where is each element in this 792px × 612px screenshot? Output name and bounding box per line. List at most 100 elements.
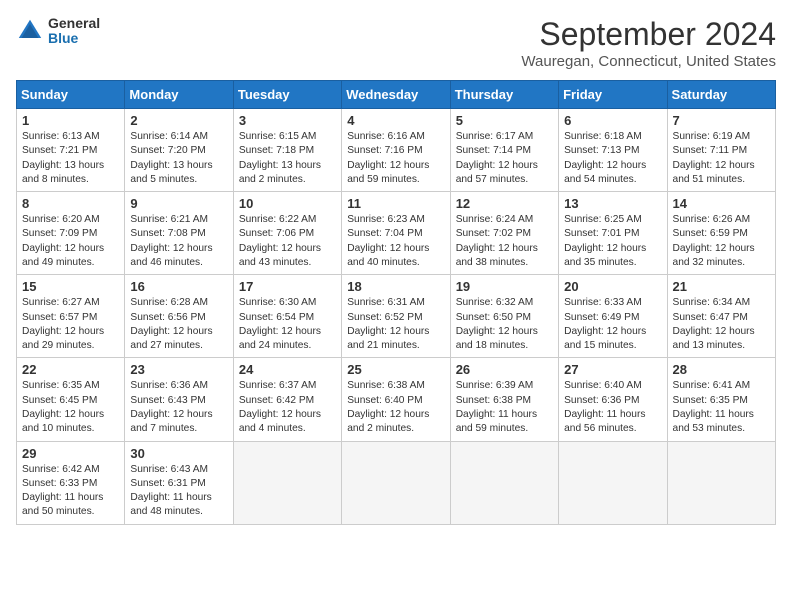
day-number: 16 — [130, 279, 227, 294]
weekday-header-monday: Monday — [125, 81, 233, 109]
day-info: Sunrise: 6:26 AM Sunset: 6:59 PM Dayligh… — [673, 213, 770, 270]
calendar-day — [342, 441, 450, 524]
day-info: Sunrise: 6:13 AM Sunset: 7:21 PM Dayligh… — [22, 130, 119, 187]
calendar-day — [667, 441, 775, 524]
day-number: 12 — [456, 196, 553, 211]
day-number: 15 — [22, 279, 119, 294]
day-info: Sunrise: 6:27 AM Sunset: 6:57 PM Dayligh… — [22, 296, 119, 353]
day-number: 19 — [456, 279, 553, 294]
day-number: 23 — [130, 362, 227, 377]
day-number: 1 — [22, 113, 119, 128]
calendar-day: 19 Sunrise: 6:32 AM Sunset: 6:50 PM Dayli… — [450, 275, 558, 358]
day-info: Sunrise: 6:38 AM Sunset: 6:40 PM Dayligh… — [347, 379, 444, 436]
calendar-day — [450, 441, 558, 524]
day-info: Sunrise: 6:41 AM Sunset: 6:35 PM Dayligh… — [673, 379, 770, 436]
day-number: 2 — [130, 113, 227, 128]
location: Wauregan, Connecticut, United States — [521, 53, 776, 70]
day-info: Sunrise: 6:21 AM Sunset: 7:08 PM Dayligh… — [130, 213, 227, 270]
logo-general-text: General — [48, 16, 100, 31]
day-info: Sunrise: 6:36 AM Sunset: 6:43 PM Dayligh… — [130, 379, 227, 436]
weekday-header-tuesday: Tuesday — [233, 81, 341, 109]
month-title: September 2024 — [521, 16, 776, 53]
day-info: Sunrise: 6:18 AM Sunset: 7:13 PM Dayligh… — [564, 130, 661, 187]
day-number: 17 — [239, 279, 336, 294]
calendar-day: 4Sunrise: 6:16 AM Sunset: 7:16 PM Daylig… — [342, 109, 450, 192]
weekday-header-wednesday: Wednesday — [342, 81, 450, 109]
calendar-day: 10 Sunrise: 6:22 AM Sunset: 7:06 PM Dayli… — [233, 192, 341, 275]
day-info: Sunrise: 6:22 AM Sunset: 7:06 PM Dayligh… — [239, 213, 336, 270]
day-number: 22 — [22, 362, 119, 377]
calendar-day: 1 Sunrise: 6:13 AM Sunset: 7:21 PM Daylig… — [17, 109, 125, 192]
day-number: 14 — [673, 196, 770, 211]
day-number: 21 — [673, 279, 770, 294]
calendar-day: 3Sunrise: 6:15 AM Sunset: 7:18 PM Daylig… — [233, 109, 341, 192]
calendar-day: 15 Sunrise: 6:27 AM Sunset: 6:57 PM Dayli… — [17, 275, 125, 358]
day-info: Sunrise: 6:34 AM Sunset: 6:47 PM Dayligh… — [673, 296, 770, 353]
weekday-header-saturday: Saturday — [667, 81, 775, 109]
calendar-week-row: 8 Sunrise: 6:20 AM Sunset: 7:09 PM Daylig… — [17, 192, 776, 275]
calendar-day: 7Sunrise: 6:19 AM Sunset: 7:11 PM Daylig… — [667, 109, 775, 192]
calendar-day: 26 Sunrise: 6:39 AM Sunset: 6:38 PM Dayli… — [450, 358, 558, 441]
calendar-day: 28Sunrise: 6:41 AM Sunset: 6:35 PM Dayli… — [667, 358, 775, 441]
day-info: Sunrise: 6:20 AM Sunset: 7:09 PM Dayligh… — [22, 213, 119, 270]
calendar-day: 2 Sunrise: 6:14 AM Sunset: 7:20 PM Daylig… — [125, 109, 233, 192]
calendar-week-row: 1 Sunrise: 6:13 AM Sunset: 7:21 PM Daylig… — [17, 109, 776, 192]
calendar-day: 29 Sunrise: 6:42 AM Sunset: 6:33 PM Dayli… — [17, 441, 125, 524]
calendar-day: 23 Sunrise: 6:36 AM Sunset: 6:43 PM Dayli… — [125, 358, 233, 441]
calendar-day: 6 Sunrise: 6:18 AM Sunset: 7:13 PM Daylig… — [559, 109, 667, 192]
calendar-day: 8 Sunrise: 6:20 AM Sunset: 7:09 PM Daylig… — [17, 192, 125, 275]
calendar-day: 25Sunrise: 6:38 AM Sunset: 6:40 PM Dayli… — [342, 358, 450, 441]
day-info: Sunrise: 6:42 AM Sunset: 6:33 PM Dayligh… — [22, 463, 119, 520]
calendar-day: 18 Sunrise: 6:31 AM Sunset: 6:52 PM Dayli… — [342, 275, 450, 358]
day-number: 30 — [130, 446, 227, 461]
day-info: Sunrise: 6:32 AM Sunset: 6:50 PM Dayligh… — [456, 296, 553, 353]
logo-text: General Blue — [48, 16, 100, 47]
day-number: 26 — [456, 362, 553, 377]
day-number: 11 — [347, 196, 444, 211]
day-info: Sunrise: 6:43 AM Sunset: 6:31 PM Dayligh… — [130, 463, 227, 520]
calendar-day — [559, 441, 667, 524]
calendar-day: 11 Sunrise: 6:23 AM Sunset: 7:04 PM Dayli… — [342, 192, 450, 275]
day-info: Sunrise: 6:39 AM Sunset: 6:38 PM Dayligh… — [456, 379, 553, 436]
calendar-day: 27 Sunrise: 6:40 AM Sunset: 6:36 PM Dayli… — [559, 358, 667, 441]
day-number: 8 — [22, 196, 119, 211]
day-info: Sunrise: 6:35 AM Sunset: 6:45 PM Dayligh… — [22, 379, 119, 436]
day-number: 3 — [239, 113, 336, 128]
day-number: 18 — [347, 279, 444, 294]
day-info: Sunrise: 6:23 AM Sunset: 7:04 PM Dayligh… — [347, 213, 444, 270]
day-info: Sunrise: 6:40 AM Sunset: 6:36 PM Dayligh… — [564, 379, 661, 436]
day-info: Sunrise: 6:30 AM Sunset: 6:54 PM Dayligh… — [239, 296, 336, 353]
calendar-day: 9Sunrise: 6:21 AM Sunset: 7:08 PM Daylig… — [125, 192, 233, 275]
logo-blue-text: Blue — [48, 31, 100, 46]
calendar-day: 5Sunrise: 6:17 AM Sunset: 7:14 PM Daylig… — [450, 109, 558, 192]
day-info: Sunrise: 6:24 AM Sunset: 7:02 PM Dayligh… — [456, 213, 553, 270]
day-info: Sunrise: 6:37 AM Sunset: 6:42 PM Dayligh… — [239, 379, 336, 436]
day-number: 20 — [564, 279, 661, 294]
calendar-day: 13Sunrise: 6:25 AM Sunset: 7:01 PM Dayli… — [559, 192, 667, 275]
day-info: Sunrise: 6:28 AM Sunset: 6:56 PM Dayligh… — [130, 296, 227, 353]
header: General Blue September 2024 Wauregan, Co… — [16, 16, 776, 70]
calendar-day: 24Sunrise: 6:37 AM Sunset: 6:42 PM Dayli… — [233, 358, 341, 441]
day-number: 4 — [347, 113, 444, 128]
day-info: Sunrise: 6:17 AM Sunset: 7:14 PM Dayligh… — [456, 130, 553, 187]
calendar-day: 20 Sunrise: 6:33 AM Sunset: 6:49 PM Dayli… — [559, 275, 667, 358]
day-info: Sunrise: 6:14 AM Sunset: 7:20 PM Dayligh… — [130, 130, 227, 187]
calendar-day: 12 Sunrise: 6:24 AM Sunset: 7:02 PM Dayli… — [450, 192, 558, 275]
day-number: 6 — [564, 113, 661, 128]
day-number: 27 — [564, 362, 661, 377]
calendar-day: 22 Sunrise: 6:35 AM Sunset: 6:45 PM Dayli… — [17, 358, 125, 441]
day-number: 13 — [564, 196, 661, 211]
day-number: 29 — [22, 446, 119, 461]
day-number: 10 — [239, 196, 336, 211]
day-info: Sunrise: 6:33 AM Sunset: 6:49 PM Dayligh… — [564, 296, 661, 353]
day-info: Sunrise: 6:19 AM Sunset: 7:11 PM Dayligh… — [673, 130, 770, 187]
calendar-day — [233, 441, 341, 524]
calendar-day: 21 Sunrise: 6:34 AM Sunset: 6:47 PM Dayli… — [667, 275, 775, 358]
day-info: Sunrise: 6:31 AM Sunset: 6:52 PM Dayligh… — [347, 296, 444, 353]
calendar-week-row: 22 Sunrise: 6:35 AM Sunset: 6:45 PM Dayli… — [17, 358, 776, 441]
calendar-day: 17 Sunrise: 6:30 AM Sunset: 6:54 PM Dayli… — [233, 275, 341, 358]
calendar-week-row: 15 Sunrise: 6:27 AM Sunset: 6:57 PM Dayli… — [17, 275, 776, 358]
logo-icon — [16, 17, 44, 45]
title-area: September 2024 Wauregan, Connecticut, Un… — [521, 16, 776, 70]
calendar-day: 14 Sunrise: 6:26 AM Sunset: 6:59 PM Dayli… — [667, 192, 775, 275]
